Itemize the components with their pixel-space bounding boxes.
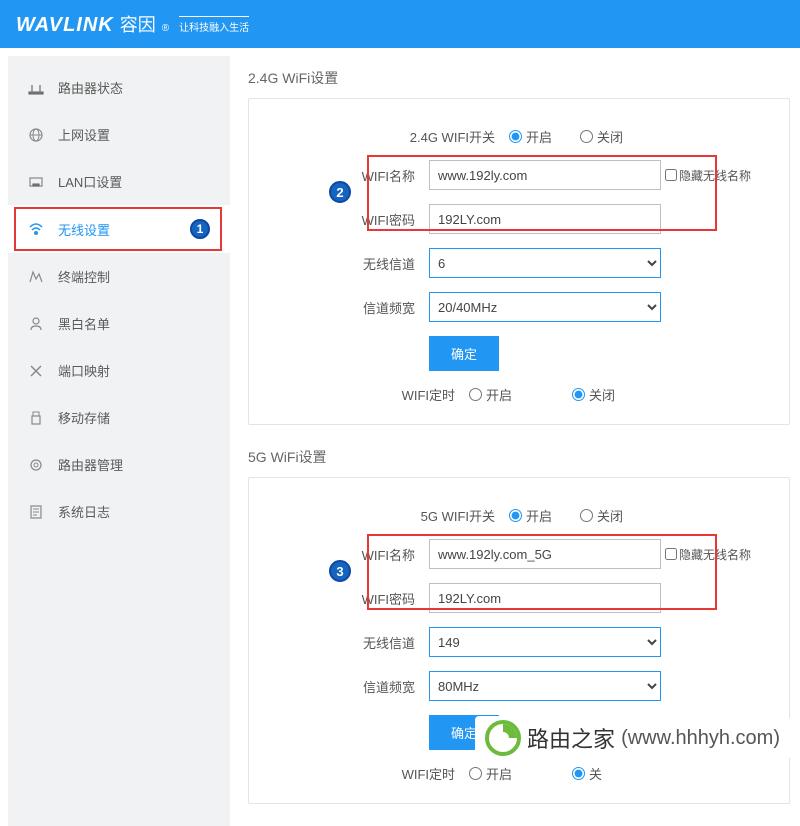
checkbox-24g-hide[interactable]: 隐藏无线名称 [665, 167, 751, 184]
sidebar-item-admin[interactable]: 路由器管理 [8, 441, 230, 488]
usb-icon [28, 410, 44, 426]
globe-icon [28, 127, 44, 143]
sidebar-label: 路由器管理 [58, 455, 123, 474]
sidebar-label: LAN口设置 [58, 172, 122, 191]
user-icon [28, 316, 44, 332]
label-5g-bw: 信道频宽 [249, 677, 429, 696]
sidebar-label: 系统日志 [58, 502, 110, 521]
sidebar-item-portforward[interactable]: 端口映射 [8, 347, 230, 394]
label-24g-timer: WIFI定时 [249, 385, 469, 404]
watermark-url: (www.hhhyh.com) [621, 727, 780, 750]
sidebar-label: 黑白名单 [58, 314, 110, 333]
lan-icon [28, 174, 44, 190]
sidebar-item-clients[interactable]: 终端控制 [8, 253, 230, 300]
select-24g-channel[interactable]: 6 [429, 248, 661, 278]
watermark: 路由之家 (www.hhhyh.com) [475, 716, 790, 760]
sidebar-item-wireless[interactable]: 无线设置 1 [8, 205, 230, 253]
panel-24g: 2 2.4G WIFI开关 开启 关闭 WIFI名称 隐藏无线名称 WIFI密码… [248, 98, 790, 425]
tools-icon [28, 363, 44, 379]
router-status-icon [28, 80, 44, 96]
brand-logo: WAVLINK 容因 ® 让科技融入生活 [16, 11, 249, 37]
input-24g-pwd[interactable] [429, 204, 661, 234]
label-24g-pwd: WIFI密码 [249, 210, 429, 229]
radio-5g-off[interactable]: 关闭 [580, 506, 623, 525]
button-24g-confirm[interactable]: 确定 [429, 336, 499, 371]
annotation-badge-3: 3 [329, 560, 351, 582]
label-24g-channel: 无线信道 [249, 254, 429, 273]
label-5g-pwd: WIFI密码 [249, 589, 429, 608]
checkbox-5g-hide[interactable]: 隐藏无线名称 [665, 546, 751, 563]
sidebar-item-status[interactable]: 路由器状态 [8, 64, 230, 111]
input-5g-pwd[interactable] [429, 583, 661, 613]
select-24g-bw[interactable]: 20/40MHz [429, 292, 661, 322]
radio-24g-timer-off[interactable]: 关闭 [572, 385, 615, 404]
sidebar-label: 路由器状态 [58, 78, 123, 97]
radio-5g-timer-off[interactable]: 关 [572, 764, 602, 783]
brand-cn: 容因 [120, 11, 156, 37]
label-5g-timer: WIFI定时 [249, 764, 469, 783]
watermark-text: 路由之家 [527, 722, 615, 754]
sidebar-label: 端口映射 [58, 361, 110, 380]
header: WAVLINK 容因 ® 让科技融入生活 [0, 0, 800, 48]
radio-5g-on[interactable]: 开启 [509, 506, 552, 525]
gear-icon [28, 457, 44, 473]
sidebar-item-wan[interactable]: 上网设置 [8, 111, 230, 158]
sidebar-item-blacklist[interactable]: 黑白名单 [8, 300, 230, 347]
sidebar: 路由器状态 上网设置 LAN口设置 无线设置 1 终端控制 黑白名单 端口映射 [8, 56, 230, 826]
radio-24g-off[interactable]: 关闭 [580, 127, 623, 146]
brand-tagline: 让科技融入生活 [179, 16, 249, 34]
highlight-box [14, 207, 222, 251]
input-24g-name[interactable] [429, 160, 661, 190]
section-title-5g: 5G WiFi设置 [248, 447, 790, 467]
radio-5g-timer-on[interactable]: 开启 [469, 764, 512, 783]
select-5g-channel[interactable]: 149 [429, 627, 661, 657]
watermark-icon [485, 720, 521, 756]
label-24g-switch: 2.4G WIFI开关 [249, 127, 509, 146]
section-title-24g: 2.4G WiFi设置 [248, 68, 790, 88]
annotation-badge-2: 2 [329, 181, 351, 203]
sidebar-label: 终端控制 [58, 267, 110, 286]
sidebar-item-log[interactable]: 系统日志 [8, 488, 230, 535]
brand-name: WAVLINK [16, 14, 114, 36]
registered-icon: ® [162, 23, 169, 34]
label-5g-switch: 5G WIFI开关 [249, 506, 509, 525]
radio-24g-timer-on[interactable]: 开启 [469, 385, 512, 404]
label-5g-channel: 无线信道 [249, 633, 429, 652]
sidebar-item-storage[interactable]: 移动存储 [8, 394, 230, 441]
log-icon [28, 504, 44, 520]
input-5g-name[interactable] [429, 539, 661, 569]
select-5g-bw[interactable]: 80MHz [429, 671, 661, 701]
clients-icon [28, 269, 44, 285]
sidebar-label: 移动存储 [58, 408, 110, 427]
main-content: 2.4G WiFi设置 2 2.4G WIFI开关 开启 关闭 WIFI名称 隐… [230, 48, 800, 826]
label-24g-bw: 信道频宽 [249, 298, 429, 317]
sidebar-item-lan[interactable]: LAN口设置 [8, 158, 230, 205]
sidebar-label: 上网设置 [58, 125, 110, 144]
radio-24g-on[interactable]: 开启 [509, 127, 552, 146]
